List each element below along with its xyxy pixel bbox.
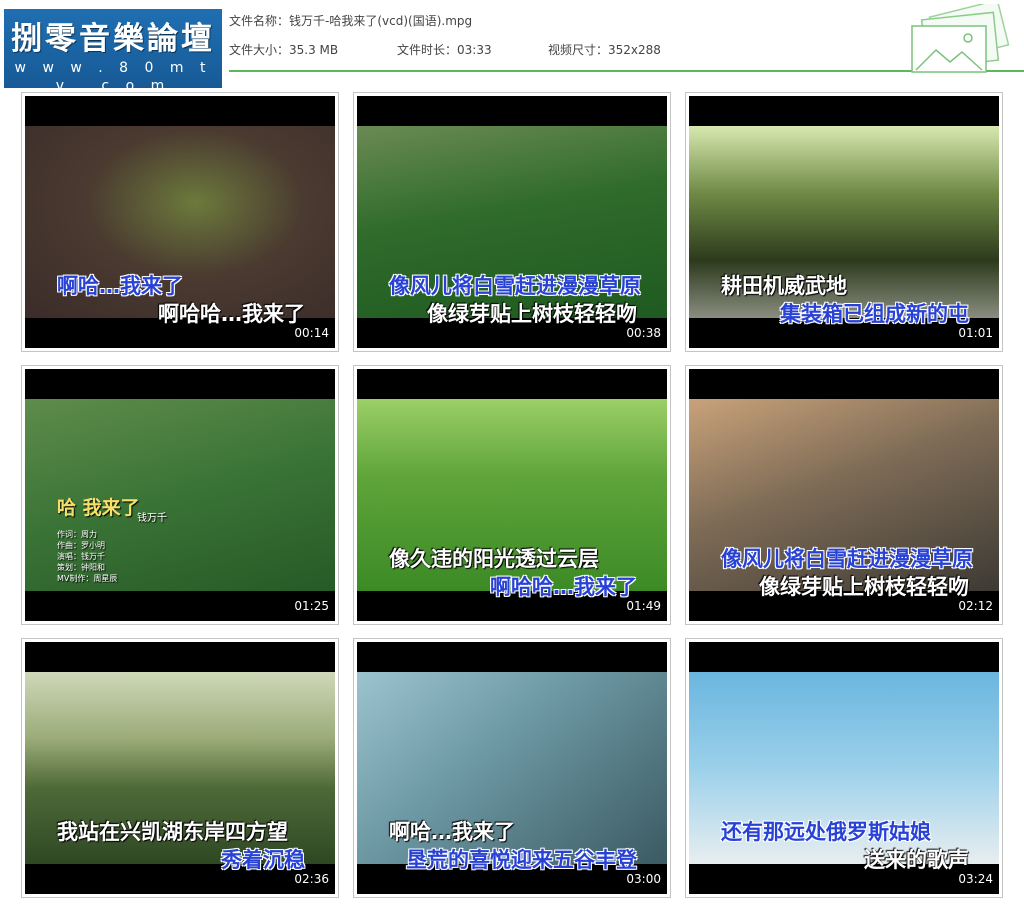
thumbnail-frame: 像风儿将白雪赶进漫漫草原像绿芽贴上树枝轻轻吻 00:38: [357, 96, 667, 348]
credit-line: MV制作：周星辰: [57, 574, 118, 583]
photo-stack-icon: [911, 4, 1010, 73]
video-thumbnail[interactable]: 啊哈…我来了啊哈哈…我来了 00:14: [21, 92, 339, 352]
timestamp: 02:36: [294, 872, 329, 886]
lyric-line-2: 像绿芽贴上树枝轻轻吻: [427, 302, 637, 326]
thumbnail-frame: 啊哈…我来了啊哈哈…我来了 00:14: [25, 96, 335, 348]
file-name: 文件名称：钱万千-哈我来了(vcd)(国语).mpg: [229, 14, 473, 28]
site-logo: 捌零音樂論壇 w w w . 8 0 m t v . c o m: [4, 9, 222, 94]
lyric-line-1: 像风儿将白雪赶进漫漫草原: [721, 547, 973, 571]
thumbnail-frame: 我站在兴凯湖东岸四方望秀着沉稳 02:36: [25, 642, 335, 894]
lyric-line-1: 像风儿将白雪赶进漫漫草原: [389, 274, 641, 298]
credit-line: 作曲：罗小明: [57, 541, 105, 550]
video-dimensions: 视频尺寸：352x288: [548, 43, 661, 57]
logo-url: w w w . 8 0 m t v . c o m: [14, 60, 212, 94]
thumbnail-frame: 哈 我来了 钱万千作词：周力作曲：罗小明 演唱：钱万千 策划：钟阳和 MV制作：周星辰 0…: [25, 369, 335, 621]
thumbnail-frame: 耕田机威武地集装箱已组成新的屯 01:01: [689, 96, 999, 348]
lyric-line-1: 像久违的阳光透过云层: [389, 547, 599, 571]
timestamp: 03:00: [626, 872, 661, 886]
lyric-line-2: 像绿芽贴上树枝轻轻吻: [759, 575, 969, 599]
lyric-line-1: 还有那远处俄罗斯姑娘: [721, 820, 931, 844]
timestamp: 03:24: [958, 872, 993, 886]
thumbnail-frame: 像久违的阳光透过云层啊哈哈…我来了 01:49: [357, 369, 667, 621]
credit-title: 哈 我来了: [57, 497, 140, 519]
timestamp: 00:38: [626, 326, 661, 340]
thumbnail-frame: 啊哈…我来了垦荒的喜悦迎来五谷丰登 03:00: [357, 642, 667, 894]
timestamp: 01:49: [626, 599, 661, 613]
video-thumbnail[interactable]: 像久违的阳光透过云层啊哈哈…我来了 01:49: [353, 365, 671, 625]
lyric-line-1: 耕田机威武地: [721, 274, 847, 298]
credit-artist: 钱万千: [137, 513, 167, 524]
header-divider: [229, 70, 1024, 72]
lyric-line-1: 啊哈…我来了: [389, 820, 515, 844]
lyric-line-2: 送来的歌声: [864, 848, 969, 872]
credit-list: 作词：周力作曲：罗小明 演唱：钱万千 策划：钟阳和 MV制作：周星辰: [57, 529, 117, 584]
file-size: 文件大小：35.3 MB: [229, 43, 339, 57]
lyric-line-2: 啊哈哈…我来了: [158, 302, 305, 326]
logo-text: 捌零音樂論壇: [11, 21, 215, 57]
lyric-line-2: 垦荒的喜悦迎来五谷丰登: [406, 848, 637, 872]
credit-line: 策划：钟阳和: [57, 563, 105, 572]
thumbnail-frame: 像风儿将白雪赶进漫漫草原像绿芽贴上树枝轻轻吻 02:12: [689, 369, 999, 621]
lyric-line-2: 啊哈哈…我来了: [490, 575, 637, 599]
timestamp: 01:01: [958, 326, 993, 340]
video-thumbnail[interactable]: 啊哈…我来了垦荒的喜悦迎来五谷丰登 03:00: [353, 638, 671, 898]
timestamp: 01:25: [294, 599, 329, 613]
lyric-line-1: 啊哈…我来了: [57, 274, 183, 298]
lyric-line-2: 秀着沉稳: [221, 848, 305, 872]
thumbnail-frame: 还有那远处俄罗斯姑娘送来的歌声 03:24: [689, 642, 999, 894]
timestamp: 00:14: [294, 326, 329, 340]
file-duration: 文件时长：03:33: [397, 43, 492, 57]
credit-line: 演唱：钱万千: [57, 552, 105, 561]
video-thumbnail[interactable]: 哈 我来了 钱万千作词：周力作曲：罗小明 演唱：钱万千 策划：钟阳和 MV制作：周星辰 0…: [21, 365, 339, 625]
lyric-line-1: 我站在兴凯湖东岸四方望: [57, 820, 288, 844]
lyric-line-2: 集装箱已组成新的屯: [780, 302, 969, 326]
video-thumbnail[interactable]: 还有那远处俄罗斯姑娘送来的歌声 03:24: [685, 638, 1003, 898]
video-thumbnail[interactable]: 耕田机威武地集装箱已组成新的屯 01:01: [685, 92, 1003, 352]
credit-line: 作词：周力: [57, 530, 97, 539]
video-thumbnail[interactable]: 像风儿将白雪赶进漫漫草原像绿芽贴上树枝轻轻吻 00:38: [353, 92, 671, 352]
video-thumbnail[interactable]: 我站在兴凯湖东岸四方望秀着沉稳 02:36: [21, 638, 339, 898]
video-thumbnail[interactable]: 像风儿将白雪赶进漫漫草原像绿芽贴上树枝轻轻吻 02:12: [685, 365, 1003, 625]
timestamp: 02:12: [958, 599, 993, 613]
